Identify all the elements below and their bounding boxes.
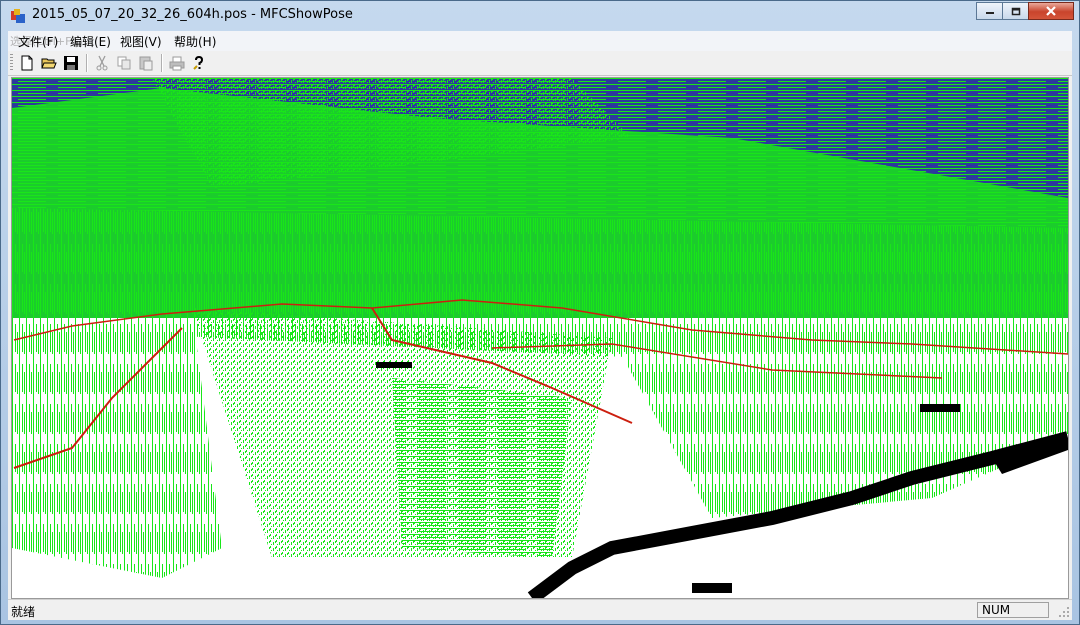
occupancy-map-cell <box>920 404 960 412</box>
num-lock-indicator: NUM <box>977 602 1049 618</box>
toolbar-grip[interactable] <box>10 54 13 72</box>
resize-grip-icon[interactable] <box>1058 606 1070 618</box>
title-bar[interactable]: 2015_05_07_20_32_26_604h.pos - MFCShowPo… <box>1 1 1079 31</box>
occupancy-map-cell <box>692 583 732 593</box>
close-icon <box>1046 6 1056 16</box>
toolbar-separator <box>86 54 88 72</box>
window-title: 2015_05_07_20_32_26_604h.pos - MFCShowPo… <box>32 7 353 22</box>
point-cloud-render <box>12 78 1068 598</box>
app-icon[interactable] <box>10 8 26 24</box>
window-controls <box>976 2 1074 22</box>
help-icon <box>193 55 204 70</box>
point-cloud-lower-left <box>12 308 222 578</box>
save-icon <box>64 56 78 70</box>
cut-icon <box>96 55 108 71</box>
toolbar <box>8 51 1072 76</box>
minimize-icon <box>985 12 994 14</box>
restore-button[interactable] <box>1002 2 1029 20</box>
cut-button[interactable] <box>92 53 112 73</box>
toolbar-separator <box>161 54 163 72</box>
open-folder-button[interactable] <box>39 53 59 73</box>
status-ready-text: 就绪 <box>11 605 36 619</box>
close-button[interactable] <box>1028 2 1074 20</box>
paste-button[interactable] <box>136 53 156 73</box>
client-area: 选择(Ctrl+F1) 文件(F) 编辑(E) 视图(V) 帮助(H) 就绪 N… <box>8 31 1072 620</box>
open-folder-icon <box>41 58 57 69</box>
menu-edit[interactable]: 编辑(E) <box>70 33 111 50</box>
help-button[interactable] <box>189 53 209 73</box>
print-button[interactable] <box>167 53 187 73</box>
status-bar: 就绪 NUM <box>8 599 1072 620</box>
point-cloud-facade <box>392 378 572 558</box>
minimize-button[interactable] <box>976 2 1003 20</box>
app-window: 2015_05_07_20_32_26_604h.pos - MFCShowPo… <box>0 0 1080 625</box>
copy-button[interactable] <box>114 53 134 73</box>
save-button[interactable] <box>61 53 81 73</box>
occupancy-map-cell <box>376 362 412 368</box>
paste-icon <box>139 56 153 71</box>
menu-help[interactable]: 帮助(H) <box>174 33 216 50</box>
menu-file[interactable]: 文件(F) <box>18 33 58 50</box>
menu-view[interactable]: 视图(V) <box>120 33 162 50</box>
restore-icon <box>1011 7 1020 15</box>
menu-bar: 选择(Ctrl+F1) 文件(F) 编辑(E) 视图(V) 帮助(H) <box>8 31 1072 51</box>
new-file-button[interactable] <box>17 53 37 73</box>
point-cloud-viewport[interactable] <box>11 77 1069 599</box>
new-file-icon <box>21 55 33 71</box>
print-icon <box>169 56 185 71</box>
copy-icon <box>117 56 131 70</box>
